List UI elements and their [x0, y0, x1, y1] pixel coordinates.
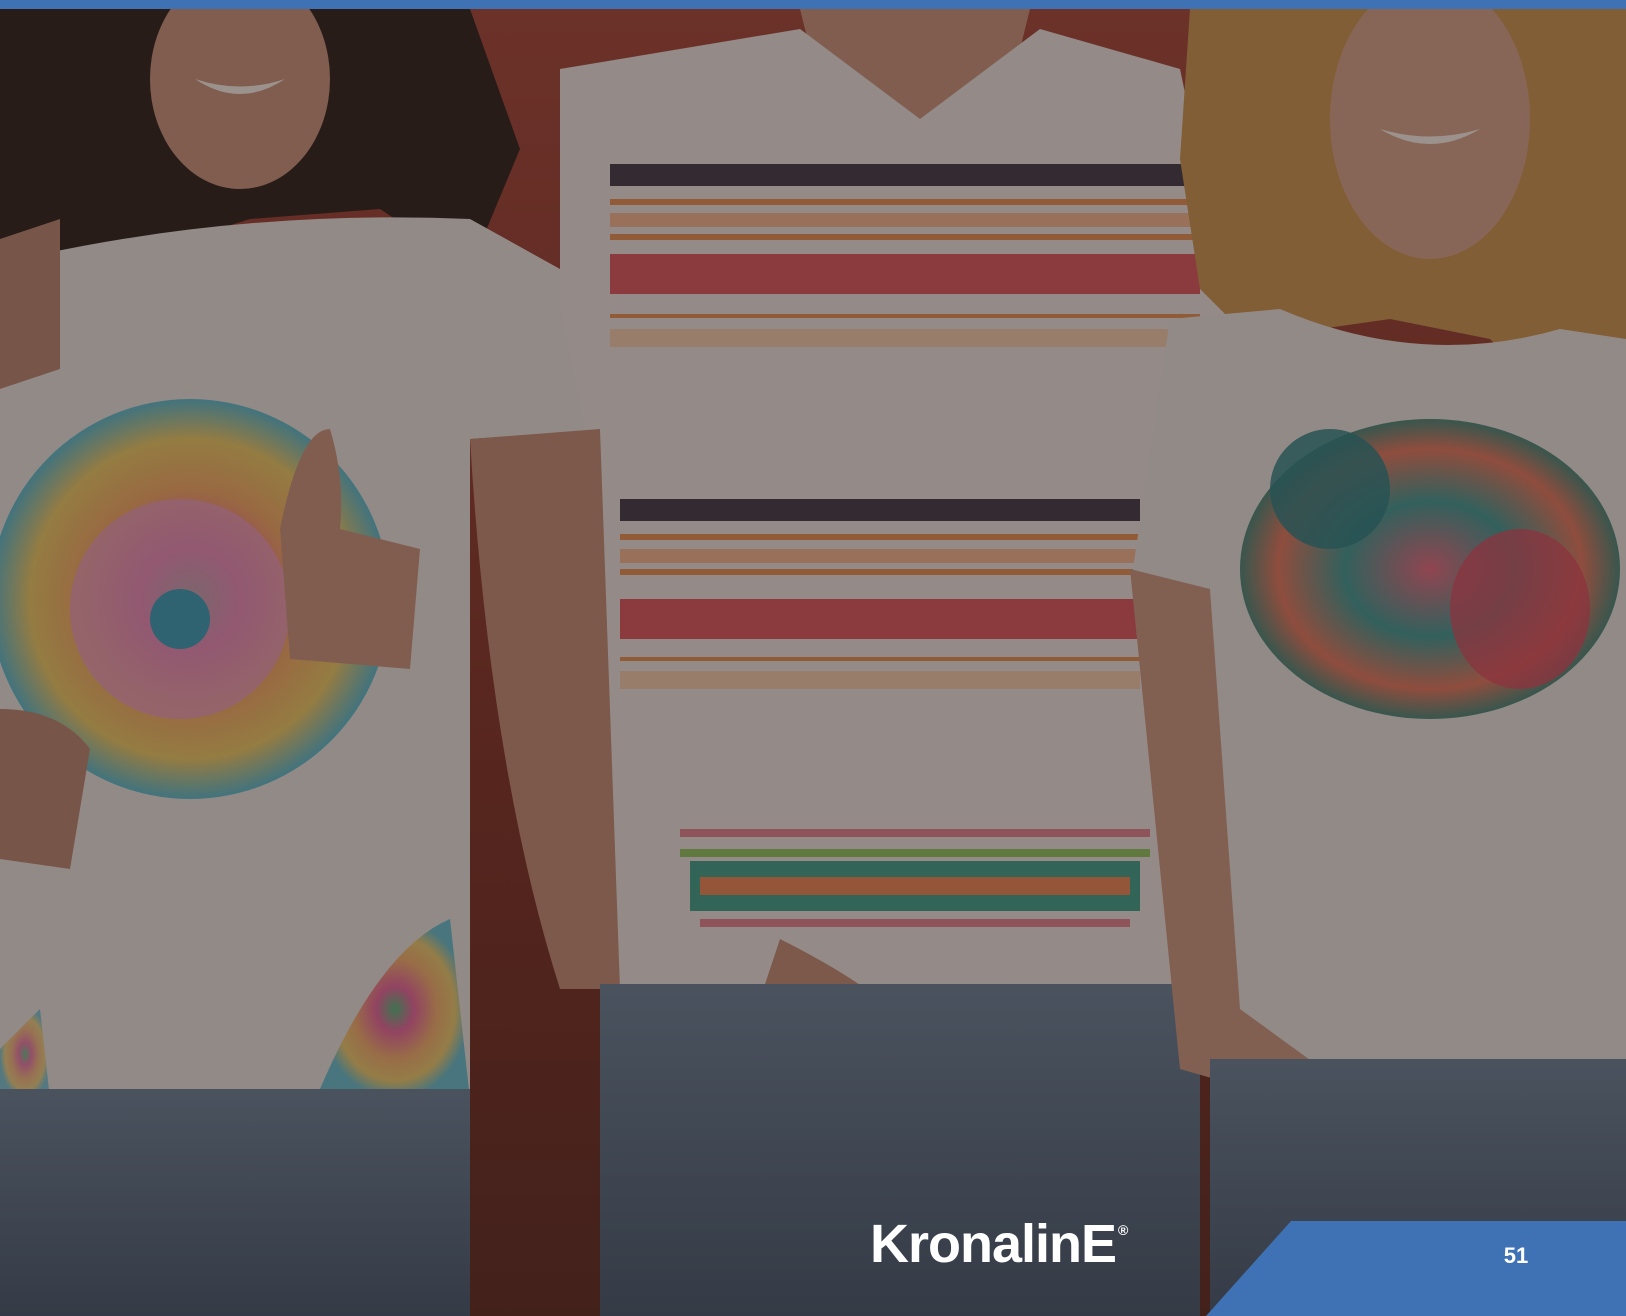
left-shirt-mandala-core	[150, 589, 210, 649]
page-number: 51	[1503, 1243, 1529, 1268]
page-badge-shape	[1206, 1221, 1626, 1316]
left-woman-arm	[0, 219, 60, 389]
brand-logo: KronalinE ®	[870, 1214, 1128, 1274]
background-photo	[0, 9, 1626, 1316]
left-woman-jeans	[0, 1089, 470, 1316]
page-number-badge	[1206, 1221, 1626, 1316]
right-shirt-paisley-inner	[1270, 429, 1390, 549]
registered-mark: ®	[1118, 1222, 1129, 1238]
right-shirt-paisley-accent	[1450, 529, 1590, 689]
top-accent-bar	[0, 0, 1626, 9]
brand-name: KronalinE	[870, 1214, 1117, 1274]
